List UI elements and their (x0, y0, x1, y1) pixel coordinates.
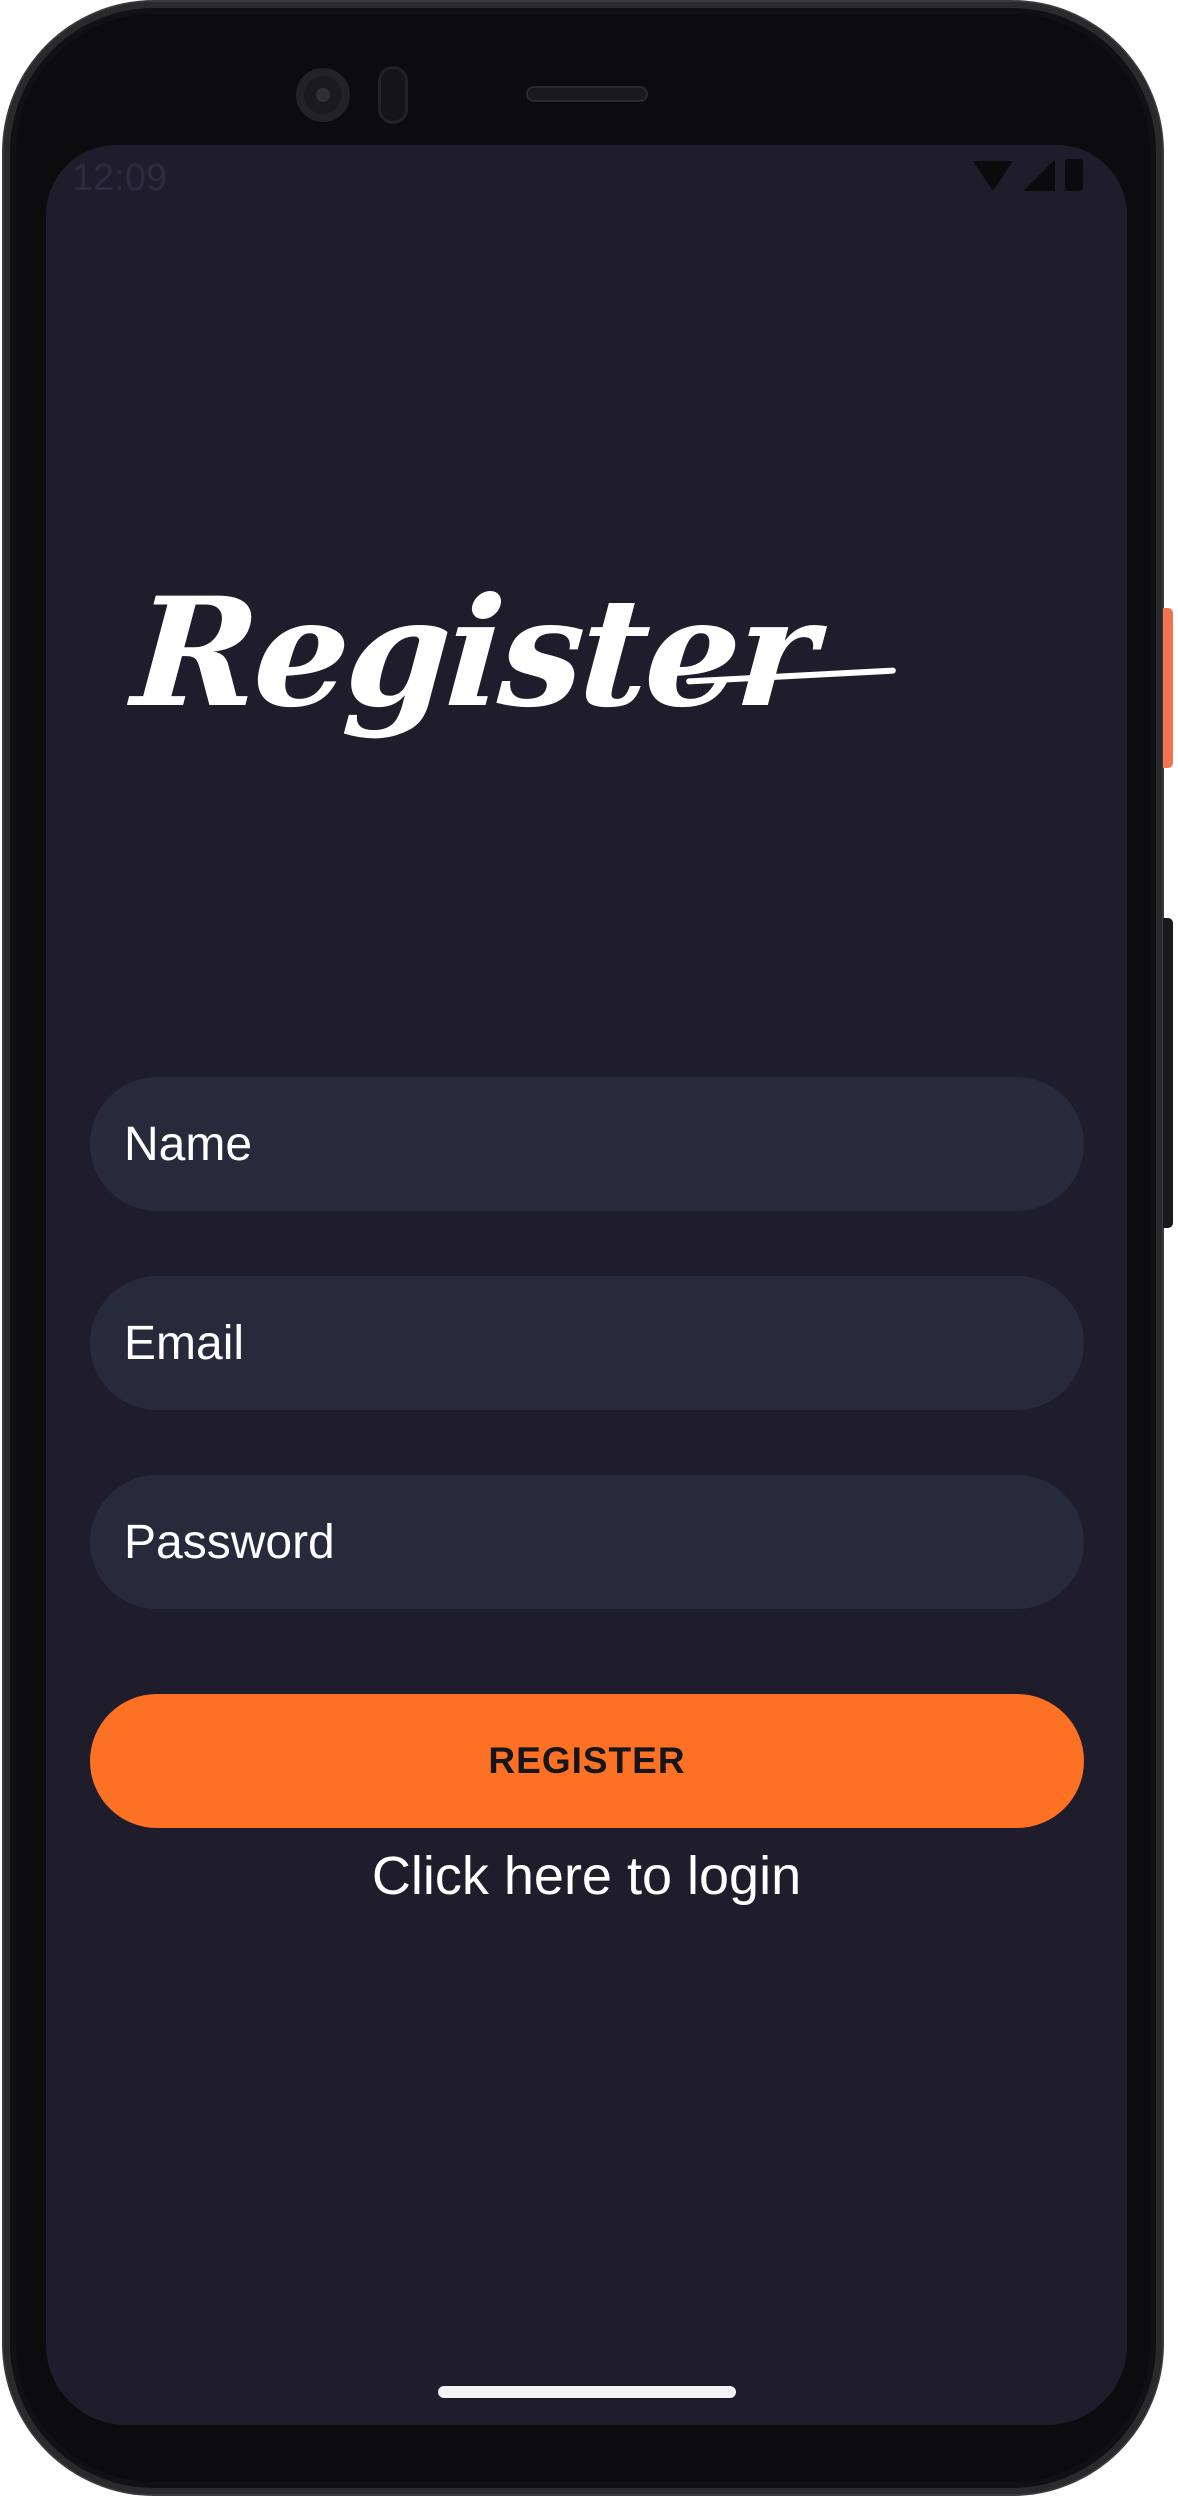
status-icons (973, 159, 1083, 191)
volume-button (1163, 918, 1173, 1228)
login-link[interactable]: Click here to login (46, 1845, 1127, 1907)
wifi-icon (973, 161, 1013, 191)
password-field[interactable] (90, 1475, 1084, 1609)
power-button (1163, 608, 1173, 768)
earpiece-speaker (526, 86, 648, 102)
app-screen: 12:09 Register REGISTER Click here to lo… (46, 145, 1127, 2425)
phone-frame: 12:09 Register REGISTER Click here to lo… (0, 0, 1178, 2498)
proximity-sensor (378, 66, 408, 124)
battery-icon (1065, 159, 1083, 191)
name-field[interactable] (90, 1077, 1084, 1211)
email-field[interactable] (90, 1276, 1084, 1410)
home-indicator[interactable] (438, 2386, 736, 2398)
status-time: 12:09 (72, 157, 168, 199)
page-title: Register (127, 565, 819, 741)
password-input[interactable] (124, 1514, 1084, 1570)
name-input[interactable] (124, 1116, 1084, 1172)
signal-icon (1023, 159, 1055, 191)
register-button[interactable]: REGISTER (90, 1694, 1084, 1828)
front-camera (296, 68, 350, 122)
email-input[interactable] (124, 1315, 1084, 1371)
